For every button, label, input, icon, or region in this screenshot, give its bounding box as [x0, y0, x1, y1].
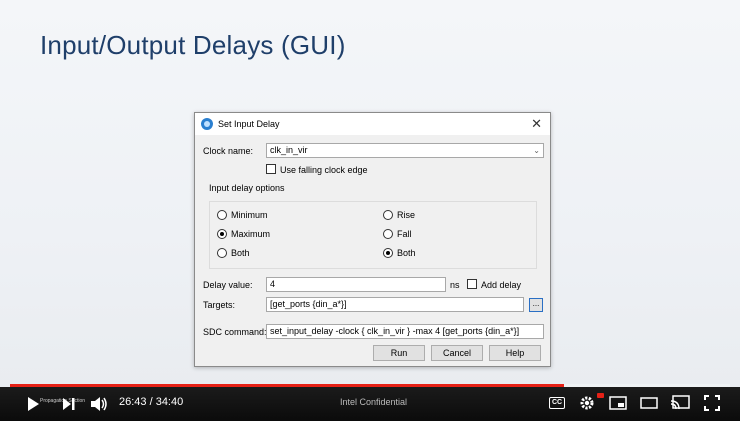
- radio-both-minmax-label: Both: [231, 248, 250, 258]
- slide: Input/Output Delays (GUI) Set Input Dela…: [0, 0, 740, 390]
- radio-minimum[interactable]: [217, 210, 227, 220]
- run-button[interactable]: Run: [373, 345, 425, 361]
- delay-value-label: Delay value:: [203, 280, 253, 290]
- radio-maximum[interactable]: [217, 229, 227, 239]
- sdc-command-field[interactable]: set_input_delay -clock { clk_in_vir } -m…: [266, 324, 544, 339]
- dialog-title: Set Input Delay: [218, 119, 280, 129]
- sdc-command-text: set_input_delay -clock { clk_in_vir } -m…: [270, 326, 520, 336]
- add-delay-label: Add delay: [481, 280, 522, 290]
- cancel-button[interactable]: Cancel: [431, 345, 483, 361]
- radio-both-edge-label: Both: [397, 248, 416, 258]
- next-icon[interactable]: [62, 397, 76, 411]
- radio-fall[interactable]: [383, 229, 393, 239]
- miniplayer-icon[interactable]: [609, 396, 627, 410]
- watermark-text: Intel Confidential: [340, 397, 408, 407]
- chevron-down-icon: ⌄: [533, 146, 540, 155]
- radio-both-minmax[interactable]: [217, 248, 227, 258]
- use-falling-edge-label: Use falling clock edge: [280, 165, 368, 175]
- dialog-titlebar: Set Input Delay ✕: [195, 113, 550, 135]
- radio-fall-label: Fall: [397, 229, 412, 239]
- clock-name-value: clk_in_vir: [270, 145, 308, 155]
- delay-value-input[interactable]: 4: [266, 277, 446, 292]
- browse-targets-button[interactable]: ...: [529, 298, 543, 312]
- theater-mode-icon[interactable]: [640, 396, 658, 410]
- radio-rise[interactable]: [383, 210, 393, 220]
- radio-minimum-label: Minimum: [231, 210, 268, 220]
- use-falling-edge-checkbox[interactable]: [266, 164, 276, 174]
- targets-label: Targets:: [203, 300, 236, 310]
- radio-maximum-label: Maximum: [231, 229, 271, 239]
- app-icon: [201, 118, 213, 130]
- play-icon[interactable]: [26, 396, 40, 412]
- slide-title: Input/Output Delays (GUI): [40, 30, 346, 60]
- player-controls: Propagation Section 26:43 / 34:40 Intel …: [0, 387, 740, 421]
- radio-rise-label: Rise: [397, 210, 416, 220]
- sdc-command-label: SDC command:: [203, 327, 267, 337]
- settings-gear-icon[interactable]: [579, 395, 595, 411]
- set-input-delay-dialog: Set Input Delay ✕ Clock name: clk_in_vir…: [194, 112, 551, 367]
- input-delay-options-title: Input delay options: [209, 183, 285, 193]
- clock-name-label: Clock name:: [203, 146, 254, 156]
- radio-both-edge[interactable]: [383, 248, 393, 258]
- volume-icon[interactable]: [90, 396, 108, 412]
- captions-button[interactable]: CC: [549, 397, 565, 409]
- targets-input[interactable]: [get_ports {din_a*}]: [266, 297, 524, 312]
- clock-name-select[interactable]: clk_in_vir ⌄: [266, 143, 544, 158]
- delay-value-text: 4: [270, 279, 276, 289]
- fullscreen-icon[interactable]: [704, 395, 720, 411]
- add-delay-checkbox[interactable]: [467, 279, 477, 289]
- hd-badge: [597, 393, 604, 398]
- close-icon[interactable]: ✕: [531, 116, 542, 132]
- time-display: 26:43 / 34:40: [119, 396, 184, 408]
- input-delay-options-group: Minimum Maximum Both Rise Fall Both: [209, 201, 537, 269]
- cast-icon[interactable]: [670, 395, 690, 411]
- delay-unit: ns: [450, 280, 460, 290]
- help-button[interactable]: Help: [489, 345, 541, 361]
- targets-text: [get_ports {din_a*}]: [270, 299, 347, 309]
